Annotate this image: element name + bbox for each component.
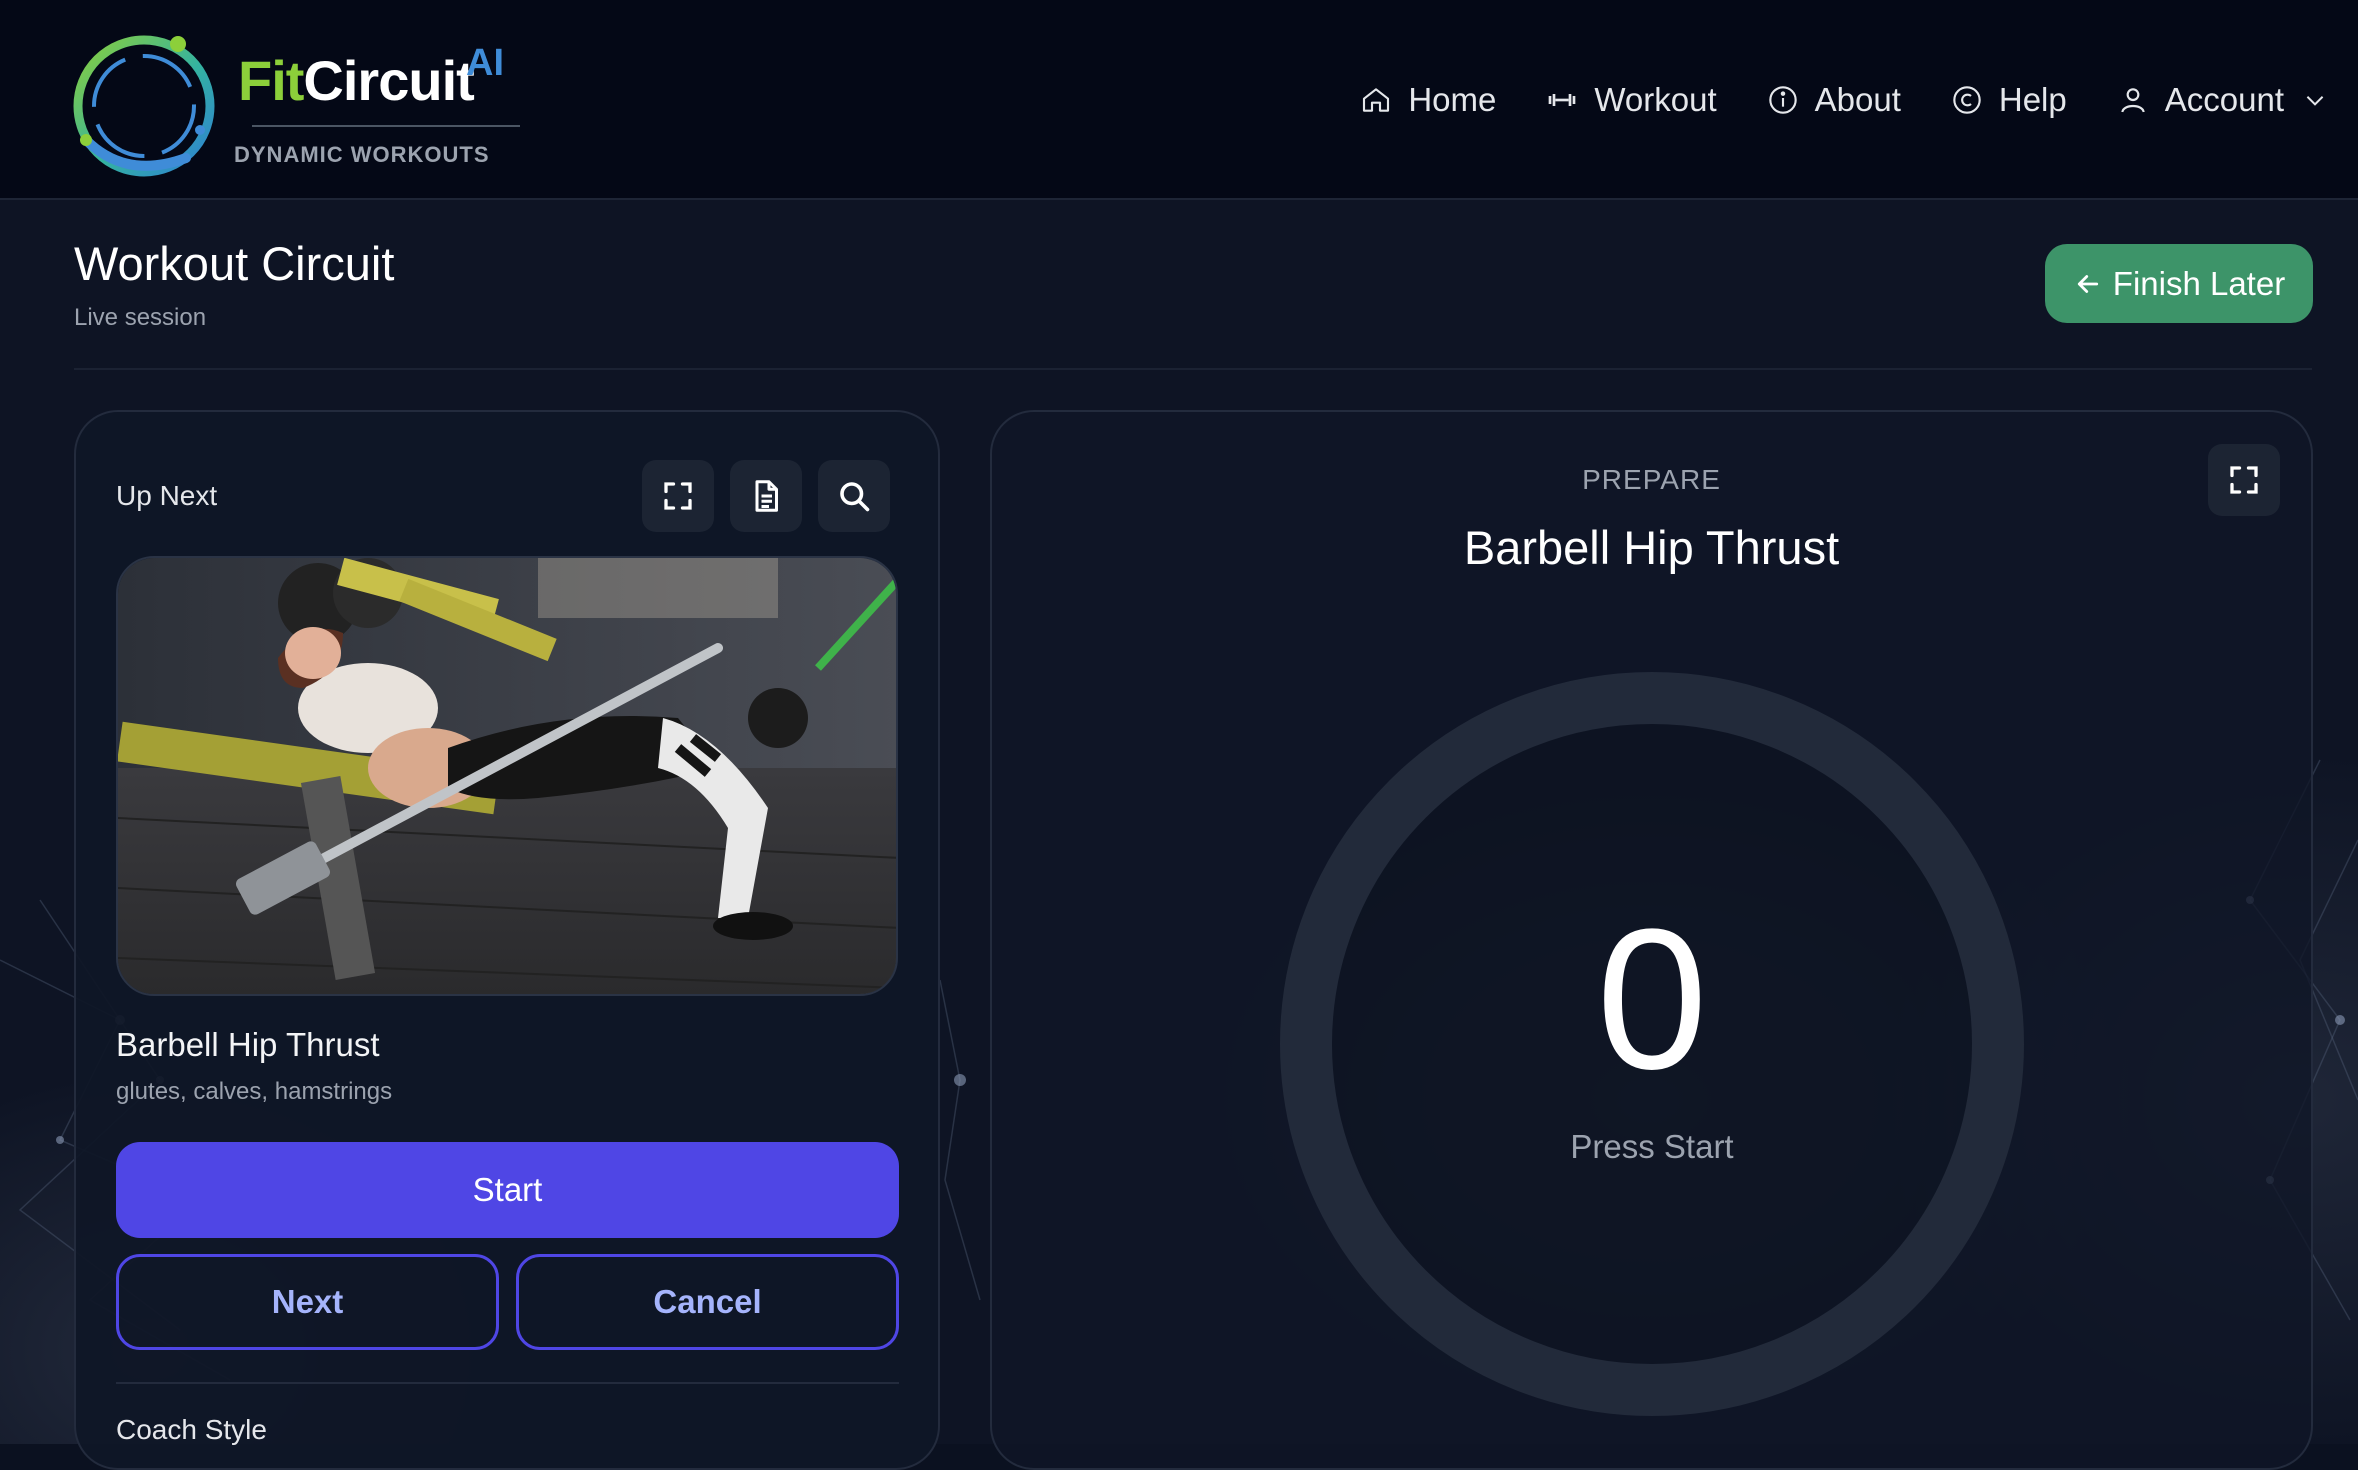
timer-hint: Press Start xyxy=(1570,1128,1734,1165)
details-button[interactable] xyxy=(730,460,802,532)
arrow-left-icon xyxy=(2077,274,2098,293)
nav-item-workout[interactable]: Workout xyxy=(1546,81,1717,119)
start-button[interactable]: Start xyxy=(116,1142,899,1238)
user-icon xyxy=(2121,88,2145,113)
next-button[interactable]: Next xyxy=(116,1254,499,1350)
finish-later-label: Finish Later xyxy=(2112,264,2286,302)
up-next-exercise-name: Barbell Hip Thrust xyxy=(116,1026,380,1063)
search-button[interactable] xyxy=(818,460,890,532)
brand-ai-badge: AI xyxy=(466,42,504,84)
document-icon xyxy=(755,480,778,512)
main-nav: Home Workout About Help Account xyxy=(1310,72,2328,128)
finish-later-button[interactable]: Finish Later xyxy=(2045,244,2313,323)
nav-label-home: Home xyxy=(1408,81,1497,118)
search-icon xyxy=(840,482,870,512)
target-muscles: glutes, calves, hamstrings xyxy=(116,1078,393,1105)
top-navbar: FitCircuit AI DYNAMIC WORKOUTS Home Work… xyxy=(0,0,2358,200)
exercise-photo xyxy=(116,556,898,996)
nav-item-account[interactable]: Account xyxy=(2117,81,2328,119)
card-divider xyxy=(116,1382,899,1384)
nav-label-workout: Workout xyxy=(1594,81,1717,118)
current-exercise-title: Barbell Hip Thrust xyxy=(1463,521,1840,574)
fullscreen-button[interactable] xyxy=(642,460,714,532)
nav-item-home[interactable]: Home xyxy=(1360,81,1496,119)
nav-item-about[interactable]: About xyxy=(1767,81,1901,119)
chevron-down-icon xyxy=(2306,96,2324,106)
phase-label: PREPARE xyxy=(1582,464,1721,495)
page-subtitle: Live session xyxy=(74,304,207,331)
nav-label-account: Account xyxy=(2164,81,2284,118)
dumbbell-icon xyxy=(1549,94,1576,106)
nav-item-help[interactable]: Help xyxy=(1951,81,2067,119)
fullscreen-icon xyxy=(664,482,692,510)
brand-divider xyxy=(252,125,520,127)
home-icon xyxy=(1363,88,1390,112)
brand-name: FitCircuit xyxy=(238,49,475,112)
help-circle-icon xyxy=(1953,86,1981,114)
timer-value: 0 xyxy=(1596,888,1708,1111)
nav-label-help: Help xyxy=(1998,81,2067,118)
page-title: Workout Circuit xyxy=(74,237,395,290)
up-next-label: Up Next xyxy=(116,480,218,511)
info-icon xyxy=(1768,86,1797,114)
nav-label-about: About xyxy=(1814,81,1901,118)
brand-tagline: DYNAMIC WORKOUTS xyxy=(234,142,490,167)
page-divider xyxy=(74,368,2312,370)
cancel-button[interactable]: Cancel xyxy=(516,1254,899,1350)
brand-logo[interactable]: FitCircuit AI DYNAMIC WORKOUTS xyxy=(66,30,526,180)
coach-style-label: Coach Style xyxy=(116,1414,267,1445)
logo-mark-icon xyxy=(73,35,215,177)
